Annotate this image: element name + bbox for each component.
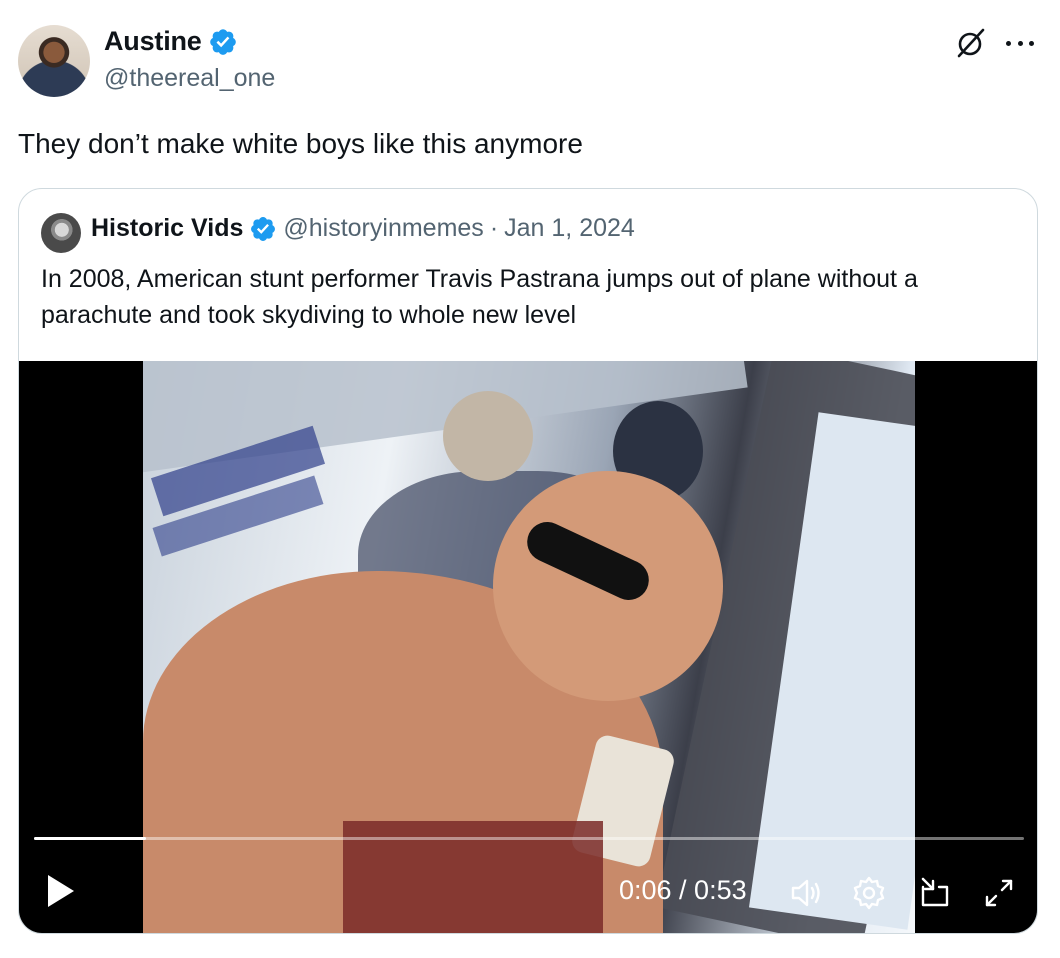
more-dot bbox=[1017, 40, 1023, 46]
verified-badge-icon bbox=[209, 28, 236, 55]
play-button[interactable] bbox=[43, 871, 79, 911]
quoted-text: In 2008, American stunt performer Travis… bbox=[41, 265, 918, 329]
video-progress-fill bbox=[34, 837, 146, 840]
more-dot bbox=[1029, 40, 1034, 46]
grok-icon[interactable] bbox=[954, 26, 988, 60]
author-avatar[interactable] bbox=[18, 25, 90, 97]
video-player[interactable]: 0:06 / 0:53 bbox=[19, 361, 1037, 933]
author-handle[interactable]: @theereal_one bbox=[104, 64, 275, 93]
fullscreen-button[interactable] bbox=[979, 873, 1019, 913]
more-icon[interactable] bbox=[1004, 28, 1036, 58]
picture-in-picture-icon bbox=[921, 877, 949, 907]
quoted-author-avatar[interactable] bbox=[41, 213, 81, 253]
settings-icon bbox=[853, 876, 885, 910]
quoted-author-handle[interactable]: @historyinmemes bbox=[283, 214, 483, 243]
volume-button[interactable] bbox=[787, 873, 827, 913]
video-progress-track[interactable] bbox=[34, 837, 1024, 840]
author-name[interactable]: Austine bbox=[104, 26, 202, 57]
settings-button[interactable] bbox=[849, 873, 889, 913]
more-dot bbox=[1006, 40, 1011, 46]
quoted-date[interactable]: Jan 1, 2024 bbox=[504, 214, 635, 243]
fullscreen-icon bbox=[985, 879, 1013, 907]
volume-icon bbox=[791, 879, 820, 907]
video-time: 0:06 / 0:53 bbox=[619, 875, 747, 905]
quoted-tweet-card[interactable]: Historic Vids @historyinmemes · Jan 1, 2… bbox=[18, 188, 1038, 934]
video-frame bbox=[143, 361, 915, 933]
header-separator: · bbox=[489, 214, 499, 242]
play-icon bbox=[48, 875, 74, 907]
quoted-author-name[interactable]: Historic Vids bbox=[91, 214, 243, 243]
picture-in-picture-button[interactable] bbox=[915, 873, 955, 913]
tweet-text: They don’t make white boys like this any… bbox=[18, 128, 583, 159]
verified-badge-icon bbox=[251, 216, 276, 241]
quoted-header: Historic Vids @historyinmemes · Jan 1, 2… bbox=[91, 214, 635, 243]
author-name-row: Austine bbox=[104, 26, 238, 57]
